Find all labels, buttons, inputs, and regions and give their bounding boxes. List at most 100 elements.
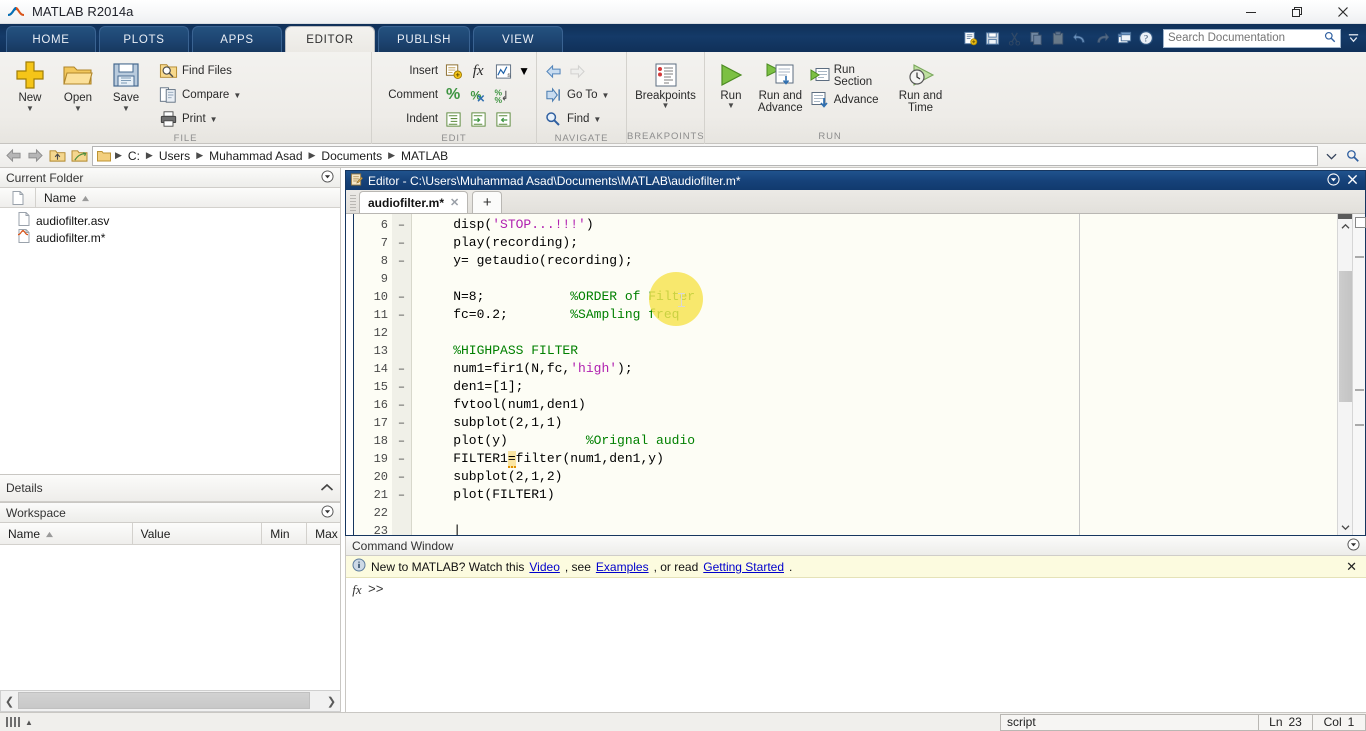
chevron-down-icon[interactable]: ▼	[518, 64, 530, 78]
chevron-down-icon[interactable]: ▼	[122, 105, 130, 113]
close-button[interactable]	[1320, 0, 1366, 24]
scroll-up-button[interactable]	[1338, 219, 1352, 234]
scroll-down-button[interactable]	[1338, 520, 1353, 535]
editor-code-analyzer-strip[interactable]	[1352, 214, 1366, 535]
go-to-button[interactable]: Go To ▼	[543, 83, 609, 107]
analyzer-mark[interactable]	[1355, 389, 1364, 391]
getting-started-link[interactable]: Getting Started	[703, 560, 784, 574]
new-button[interactable]: New ▼	[6, 56, 54, 113]
up-folder-icon[interactable]	[46, 145, 68, 167]
executable-line-mark[interactable]: –	[392, 234, 411, 252]
tab-home[interactable]: HOME	[6, 26, 96, 52]
search-icon[interactable]	[1324, 31, 1336, 46]
executable-line-mark[interactable]	[392, 324, 411, 342]
code-line[interactable]: FILTER1=filter(num1,den1,y)	[422, 450, 1365, 468]
executable-line-mark[interactable]: –	[392, 432, 411, 450]
tab-bar-grip[interactable]	[350, 195, 356, 211]
executable-line-mark[interactable]	[392, 504, 411, 522]
list-item[interactable]: audiofilter.m*	[0, 229, 340, 246]
close-icon[interactable]	[1347, 174, 1358, 188]
executable-line-mark[interactable]: –	[392, 216, 411, 234]
save-icon[interactable]	[981, 27, 1003, 49]
fx-icon[interactable]: fx	[346, 582, 368, 710]
comment-percent-icon[interactable]: %	[443, 85, 463, 105]
scrollbar-thumb[interactable]	[1339, 271, 1352, 402]
chevron-down-icon[interactable]: ▼	[26, 105, 34, 113]
executable-line-mark[interactable]: –	[392, 468, 411, 486]
code-line[interactable]: fvtool(num1,den1)	[422, 396, 1365, 414]
executable-line-mark[interactable]: –	[392, 252, 411, 270]
tab-publish[interactable]: PUBLISH	[378, 26, 471, 52]
run-and-advance-button[interactable]: Run and Advance	[751, 56, 810, 114]
code-line[interactable]	[422, 504, 1365, 522]
panel-menu-icon[interactable]	[321, 169, 334, 186]
panel-menu-icon[interactable]	[321, 504, 334, 521]
scroll-right-button[interactable]: ❯	[323, 691, 340, 711]
indent-right-icon[interactable]	[468, 109, 488, 129]
editor-code-area[interactable]: 6 7 8 9 10 11 12 13 14 15 16 17 18 19 20 21 22 23 – – – – – – –…	[346, 214, 1366, 538]
breadcrumb-item-4[interactable]: MATLAB	[397, 149, 452, 163]
chevron-down-icon[interactable]: ▼	[662, 102, 670, 110]
command-window-body[interactable]: fx >>	[346, 578, 1366, 710]
tab-plots[interactable]: PLOTS	[99, 26, 189, 52]
search-documentation-input[interactable]	[1168, 32, 1324, 44]
workspace-horizontal-scrollbar[interactable]: ❮ ❯	[0, 690, 341, 712]
examples-link[interactable]: Examples	[596, 560, 649, 574]
code-line[interactable]: num1=fir1(N,fc,'high');	[422, 360, 1365, 378]
chevron-down-icon[interactable]: ▼	[233, 91, 241, 100]
find-files-button[interactable]: Find Files	[158, 59, 241, 83]
executable-line-mark[interactable]: –	[392, 450, 411, 468]
open-button[interactable]: Open ▼	[54, 56, 102, 113]
code-line[interactable]: |	[422, 522, 1365, 535]
insert-row[interactable]: Insert fx fi ▼	[378, 59, 530, 83]
collapse-ribbon-icon[interactable]	[1344, 32, 1362, 45]
code-line[interactable]: den1=[1];	[422, 378, 1365, 396]
column-header-value[interactable]: Value	[133, 523, 263, 545]
indent-row[interactable]: Indent	[378, 107, 530, 131]
code-line[interactable]: fc=0.2; %SAmpling freq	[422, 306, 1365, 324]
code-line[interactable]: disp('STOP...!!!')	[422, 216, 1365, 234]
new-tab-button[interactable]: +	[472, 191, 503, 213]
function-fx-icon[interactable]: fx	[468, 61, 488, 81]
resize-grip-icon[interactable]	[6, 717, 22, 727]
editor-executable-marks[interactable]: – – – – – – – – – – – – –	[392, 214, 412, 535]
breadcrumb-item-1[interactable]: Users	[155, 149, 194, 163]
close-icon[interactable]: ✕	[1346, 559, 1360, 575]
code-line[interactable]: subplot(2,1,1)	[422, 414, 1365, 432]
code-line[interactable]: N=8; %ORDER of Filter	[422, 288, 1365, 306]
breadcrumb-item-3[interactable]: Documents	[317, 149, 386, 163]
smart-indent-icon[interactable]	[443, 109, 463, 129]
editor-vertical-scrollbar[interactable]	[1337, 214, 1353, 535]
chevron-up-icon[interactable]: ▲	[25, 718, 33, 727]
column-header-name[interactable]: Name	[0, 523, 133, 545]
comment-row[interactable]: Comment % % % %	[378, 83, 530, 107]
analyzer-mark[interactable]	[1355, 256, 1364, 258]
analyzer-status-indicator[interactable]	[1355, 217, 1366, 228]
executable-line-mark[interactable]: –	[392, 378, 411, 396]
indent-left-icon[interactable]	[493, 109, 513, 129]
advance-button[interactable]: Advance	[810, 88, 892, 112]
chevron-down-icon[interactable]: ▼	[727, 102, 735, 110]
code-line[interactable]: play(recording);	[422, 234, 1365, 252]
code-line[interactable]: plot(FILTER1)	[422, 486, 1365, 504]
code-line[interactable]	[422, 324, 1365, 342]
video-link[interactable]: Video	[529, 560, 559, 574]
executable-line-mark[interactable]: –	[392, 414, 411, 432]
help-icon[interactable]: ?	[1135, 27, 1157, 49]
executable-line-mark[interactable]	[392, 342, 411, 360]
run-section-button[interactable]: Run Section	[810, 64, 892, 88]
run-button[interactable]: Run ▼	[711, 56, 751, 110]
compare-button[interactable]: Compare ▼	[158, 83, 241, 107]
breadcrumb[interactable]: ▶ C: ▶ Users ▶ Muhammad Asad ▶ Documents…	[92, 145, 1318, 166]
chevron-down-icon[interactable]: ▼	[210, 115, 218, 124]
breakpoints-button[interactable]: Breakpoints ▼	[633, 56, 698, 110]
editor-source-code[interactable]: disp('STOP...!!!') play(recording); y= g…	[412, 214, 1365, 535]
executable-line-mark[interactable]: –	[392, 288, 411, 306]
analyzer-mark[interactable]	[1355, 424, 1364, 426]
minimize-button[interactable]	[1228, 0, 1274, 24]
details-header[interactable]: Details	[0, 475, 340, 502]
search-icon[interactable]	[1342, 145, 1364, 167]
code-line[interactable]: y= getaudio(recording);	[422, 252, 1365, 270]
column-header-max[interactable]: Max	[307, 523, 340, 545]
wrap-comment-icon[interactable]: % %	[493, 85, 513, 105]
